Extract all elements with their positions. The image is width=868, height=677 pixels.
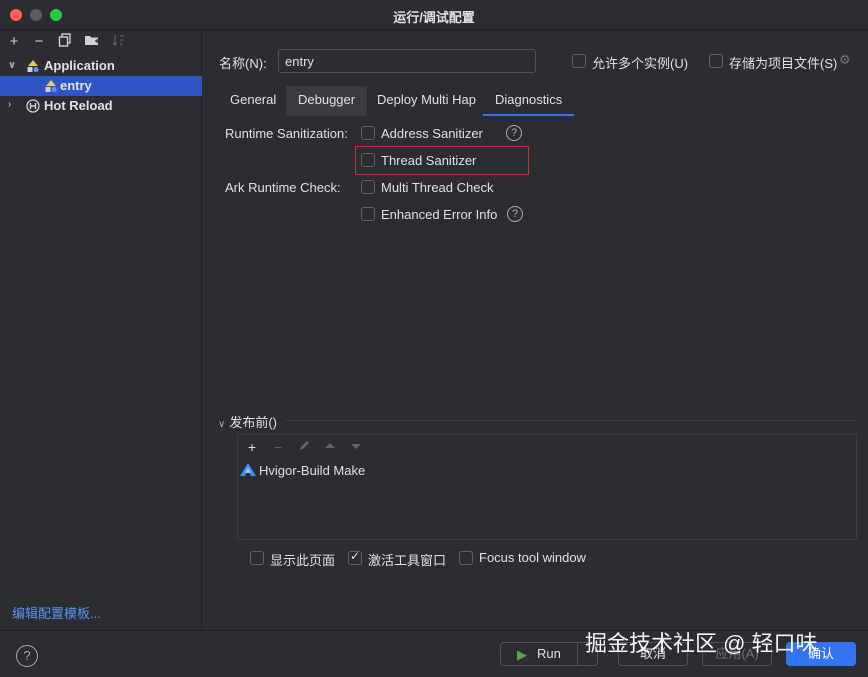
- hot-reload-icon: [26, 99, 40, 113]
- task-label: Hvigor-Build Make: [259, 463, 366, 478]
- tab-diagnostics[interactable]: Diagnostics: [483, 86, 575, 116]
- window-title: 运行/调试配置: [393, 10, 475, 25]
- divider: [285, 420, 857, 421]
- remove-task-icon[interactable]: −: [270, 438, 286, 456]
- tree-item-hot-reload[interactable]: › Hot Reload: [0, 96, 202, 116]
- name-label: 名称(N):: [219, 56, 267, 71]
- sort-icon[interactable]: [110, 33, 126, 51]
- move-down-icon[interactable]: [348, 438, 364, 456]
- help-button[interactable]: ?: [16, 645, 38, 667]
- chevron-down-icon[interactable]: ∨: [218, 419, 225, 430]
- chevron-down-icon[interactable]: ∨: [8, 56, 16, 76]
- tab-bar: General Debugger Deploy Multi Hap Diagno…: [218, 86, 858, 116]
- before-launch-title: 发布前(): [229, 415, 277, 430]
- thread-sanitizer-checkbox[interactable]: [361, 153, 375, 167]
- gear-icon[interactable]: ⚙: [839, 52, 851, 68]
- edit-configuration-templates-link[interactable]: 编辑配置模板...: [12, 603, 101, 622]
- edit-task-icon[interactable]: [296, 438, 312, 456]
- before-launch-header[interactable]: ∨ 发布前(): [218, 412, 277, 431]
- run-label: Run: [537, 646, 561, 661]
- remove-icon[interactable]: −: [31, 33, 47, 51]
- multi-thread-check-label: Multi Thread Check: [381, 180, 494, 195]
- activate-tool-window-label: 激活工具窗口: [368, 553, 447, 568]
- allow-multiple-instances-checkbox[interactable]: [572, 54, 586, 68]
- store-as-project-file-checkbox[interactable]: [709, 54, 723, 68]
- store-as-project-file-label: 存储为项目文件(S): [729, 56, 838, 71]
- title-bar: 运行/调试配置: [0, 0, 868, 30]
- move-up-icon[interactable]: [322, 438, 338, 456]
- address-sanitizer-label: Address Sanitizer: [381, 126, 483, 141]
- task-list: Hvigor-Build Make: [238, 459, 856, 539]
- tab-deploy-multi-hap[interactable]: Deploy Multi Hap: [365, 86, 488, 116]
- divider: [577, 643, 578, 665]
- help-icon[interactable]: ?: [507, 206, 523, 222]
- enhanced-error-info-label: Enhanced Error Info: [381, 207, 498, 222]
- name-input[interactable]: [278, 49, 536, 73]
- add-icon[interactable]: +: [6, 33, 22, 51]
- add-task-icon[interactable]: +: [244, 438, 260, 456]
- tab-general[interactable]: General: [218, 86, 288, 116]
- focus-tool-window-checkbox[interactable]: [459, 551, 473, 565]
- chevron-right-icon[interactable]: ›: [8, 95, 11, 115]
- tab-debugger[interactable]: Debugger: [286, 86, 368, 116]
- multi-thread-check-checkbox[interactable]: [361, 180, 375, 194]
- hvigor-icon: [240, 463, 256, 479]
- list-item[interactable]: Hvigor-Build Make: [238, 459, 856, 481]
- address-sanitizer-checkbox[interactable]: [361, 126, 375, 140]
- tree-item-label: Hot Reload: [44, 98, 113, 113]
- play-icon: ▶: [517, 647, 527, 662]
- tree-item-application[interactable]: ∨ Application: [0, 56, 202, 76]
- focus-tool-window-label: Focus tool window: [479, 550, 586, 565]
- runtime-sanitization-label: Runtime Sanitization:: [225, 126, 348, 141]
- sidebar-toolbar: + −: [0, 30, 202, 56]
- help-icon[interactable]: ?: [506, 125, 522, 141]
- watermark: 掘金技术社区 @ 轻口味: [585, 631, 818, 656]
- copy-icon[interactable]: [57, 33, 73, 51]
- thread-sanitizer-label: Thread Sanitizer: [381, 153, 477, 168]
- allow-multiple-instances-label: 允许多个实例(U): [592, 56, 689, 71]
- task-toolbar: + −: [238, 435, 856, 459]
- enhanced-error-info-checkbox[interactable]: [361, 207, 375, 221]
- before-launch-task-panel: + − Hvigor-Build Make: [237, 434, 857, 540]
- application-icon: [26, 59, 40, 73]
- configurations-sidebar: + − ∨ Application entry › Hot Reload 编辑配…: [0, 30, 202, 630]
- entry-icon: [44, 79, 58, 93]
- activate-tool-window-checkbox[interactable]: [348, 549, 362, 565]
- ark-runtime-check-label: Ark Runtime Check:: [225, 180, 341, 195]
- show-page-label: 显示此页面: [270, 553, 336, 568]
- tree-item-label: Application: [44, 58, 115, 73]
- tree-item-label: entry: [60, 78, 92, 93]
- run-button[interactable]: ▶ Run: [500, 642, 598, 666]
- show-page-checkbox[interactable]: [250, 551, 264, 565]
- folder-icon[interactable]: [84, 33, 100, 51]
- tree-item-entry[interactable]: entry: [0, 76, 202, 96]
